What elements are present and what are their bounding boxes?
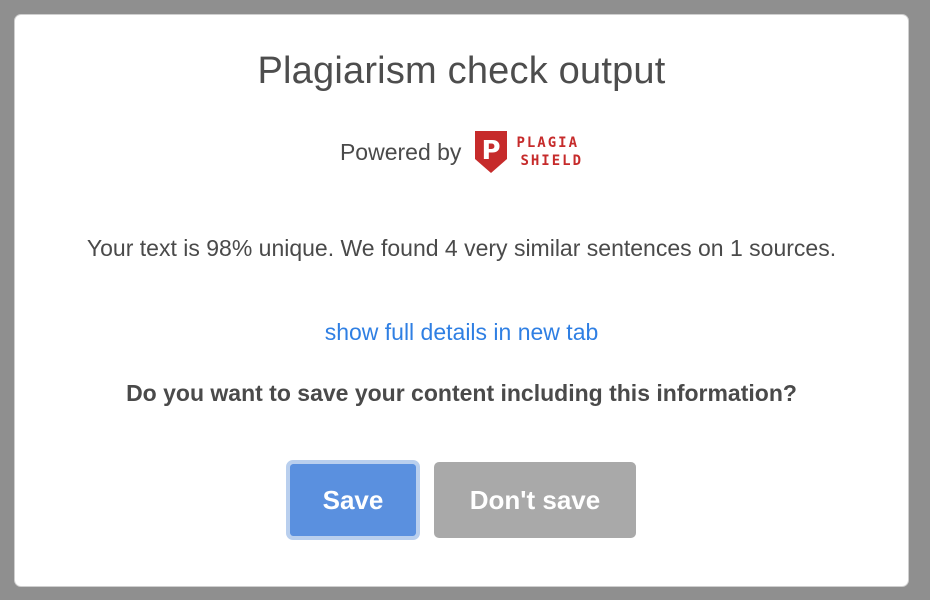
powered-by-row: Powered by P PLAGIA SHIELD xyxy=(15,127,908,177)
save-button-label: Save xyxy=(290,464,416,536)
logo-line1: PLAGIA xyxy=(516,135,580,151)
save-question: Do you want to save your content includi… xyxy=(126,380,797,406)
dont-save-button[interactable]: Don't save xyxy=(434,462,636,538)
logo-wordmark: PLAGIA SHIELD xyxy=(516,134,583,170)
plagiashield-logo: P PLAGIA SHIELD xyxy=(473,129,583,175)
powered-by-label: Powered by xyxy=(339,138,462,165)
logo-line2: SHIELD xyxy=(520,153,584,169)
result-message: Your text is 98% unique. We found 4 very… xyxy=(86,235,837,261)
show-details-link[interactable]: show full details in new tab xyxy=(15,319,908,346)
save-button[interactable]: Save xyxy=(286,460,420,540)
plagiarism-dialog: Plagiarism check output Powered by P PLA… xyxy=(14,14,909,587)
dialog-title: Plagiarism check output xyxy=(257,50,666,92)
logo-letter: P xyxy=(482,136,501,166)
shield-logo-icon: P xyxy=(475,131,508,173)
